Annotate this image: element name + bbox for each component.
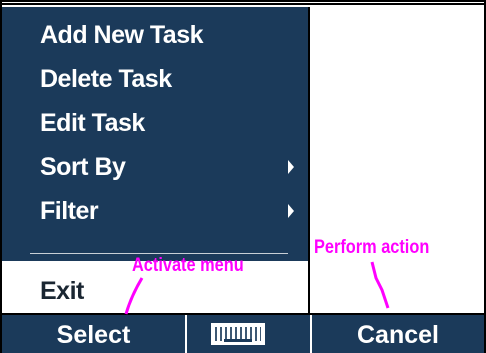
submenu-arrow-icon [288,204,294,218]
softkey-divider [185,315,187,353]
select-softkey[interactable]: Select [2,315,185,353]
activate-menu-pointer [124,277,144,315]
menu-item-filter[interactable]: Filter [2,189,308,233]
menu-separator [30,253,288,254]
menu-item-add-new-task[interactable]: Add New Task [2,13,308,57]
menu-item-label: Edit Task [40,109,145,137]
cancel-softkey[interactable]: Cancel [312,315,484,353]
keyboard-icon[interactable] [211,323,265,345]
perform-action-pointer [370,261,390,309]
submenu-arrow-icon [288,160,294,174]
menu-item-label: Sort By [40,153,126,181]
menu-item-sort-by[interactable]: Sort By [2,145,308,189]
menu-item-label: Add New Task [40,21,204,49]
softkey-bar: Select Cancel [2,313,484,353]
menu-item-label: Filter [40,197,99,225]
menu-item-label: Exit [40,277,84,305]
perform-action-annotation: Perform action [314,237,430,258]
menu-item-delete-task[interactable]: Delete Task [2,57,308,101]
menu-item-label: Delete Task [40,65,172,93]
keyboard-spacebar [224,339,252,342]
menu-item-edit-task[interactable]: Edit Task [2,101,308,145]
top-divider [0,0,486,5]
activate-menu-annotation: Activate menu [132,255,244,276]
screen: Add New Task Delete Task Edit Task Sort … [0,0,486,353]
